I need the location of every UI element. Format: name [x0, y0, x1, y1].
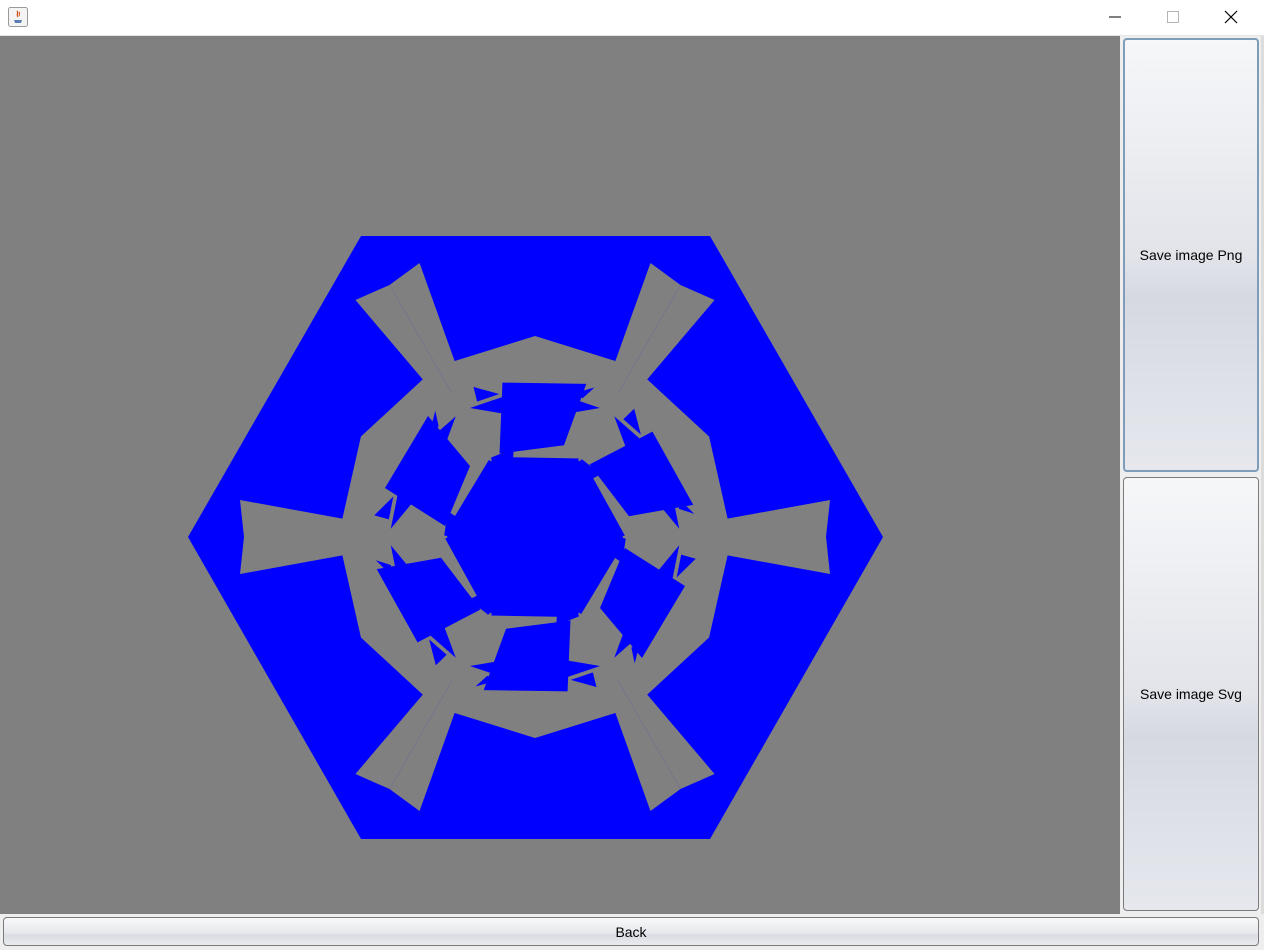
java-app-icon[interactable] [8, 7, 28, 27]
back-button[interactable]: Back [3, 917, 1259, 946]
close-icon[interactable] [1202, 0, 1260, 34]
drawing-canvas [0, 36, 1120, 914]
title-bar [0, 0, 1264, 36]
snowflake-drawing [188, 236, 883, 839]
minimize-icon[interactable] [1086, 0, 1144, 34]
save-png-button[interactable]: Save image Png [1123, 38, 1259, 472]
maximize-icon[interactable] [1144, 0, 1202, 34]
save-svg-button[interactable]: Save image Svg [1123, 477, 1259, 911]
snowflake-shape [188, 236, 883, 839]
app-window: Save image Png Save image Svg Back [0, 0, 1264, 950]
